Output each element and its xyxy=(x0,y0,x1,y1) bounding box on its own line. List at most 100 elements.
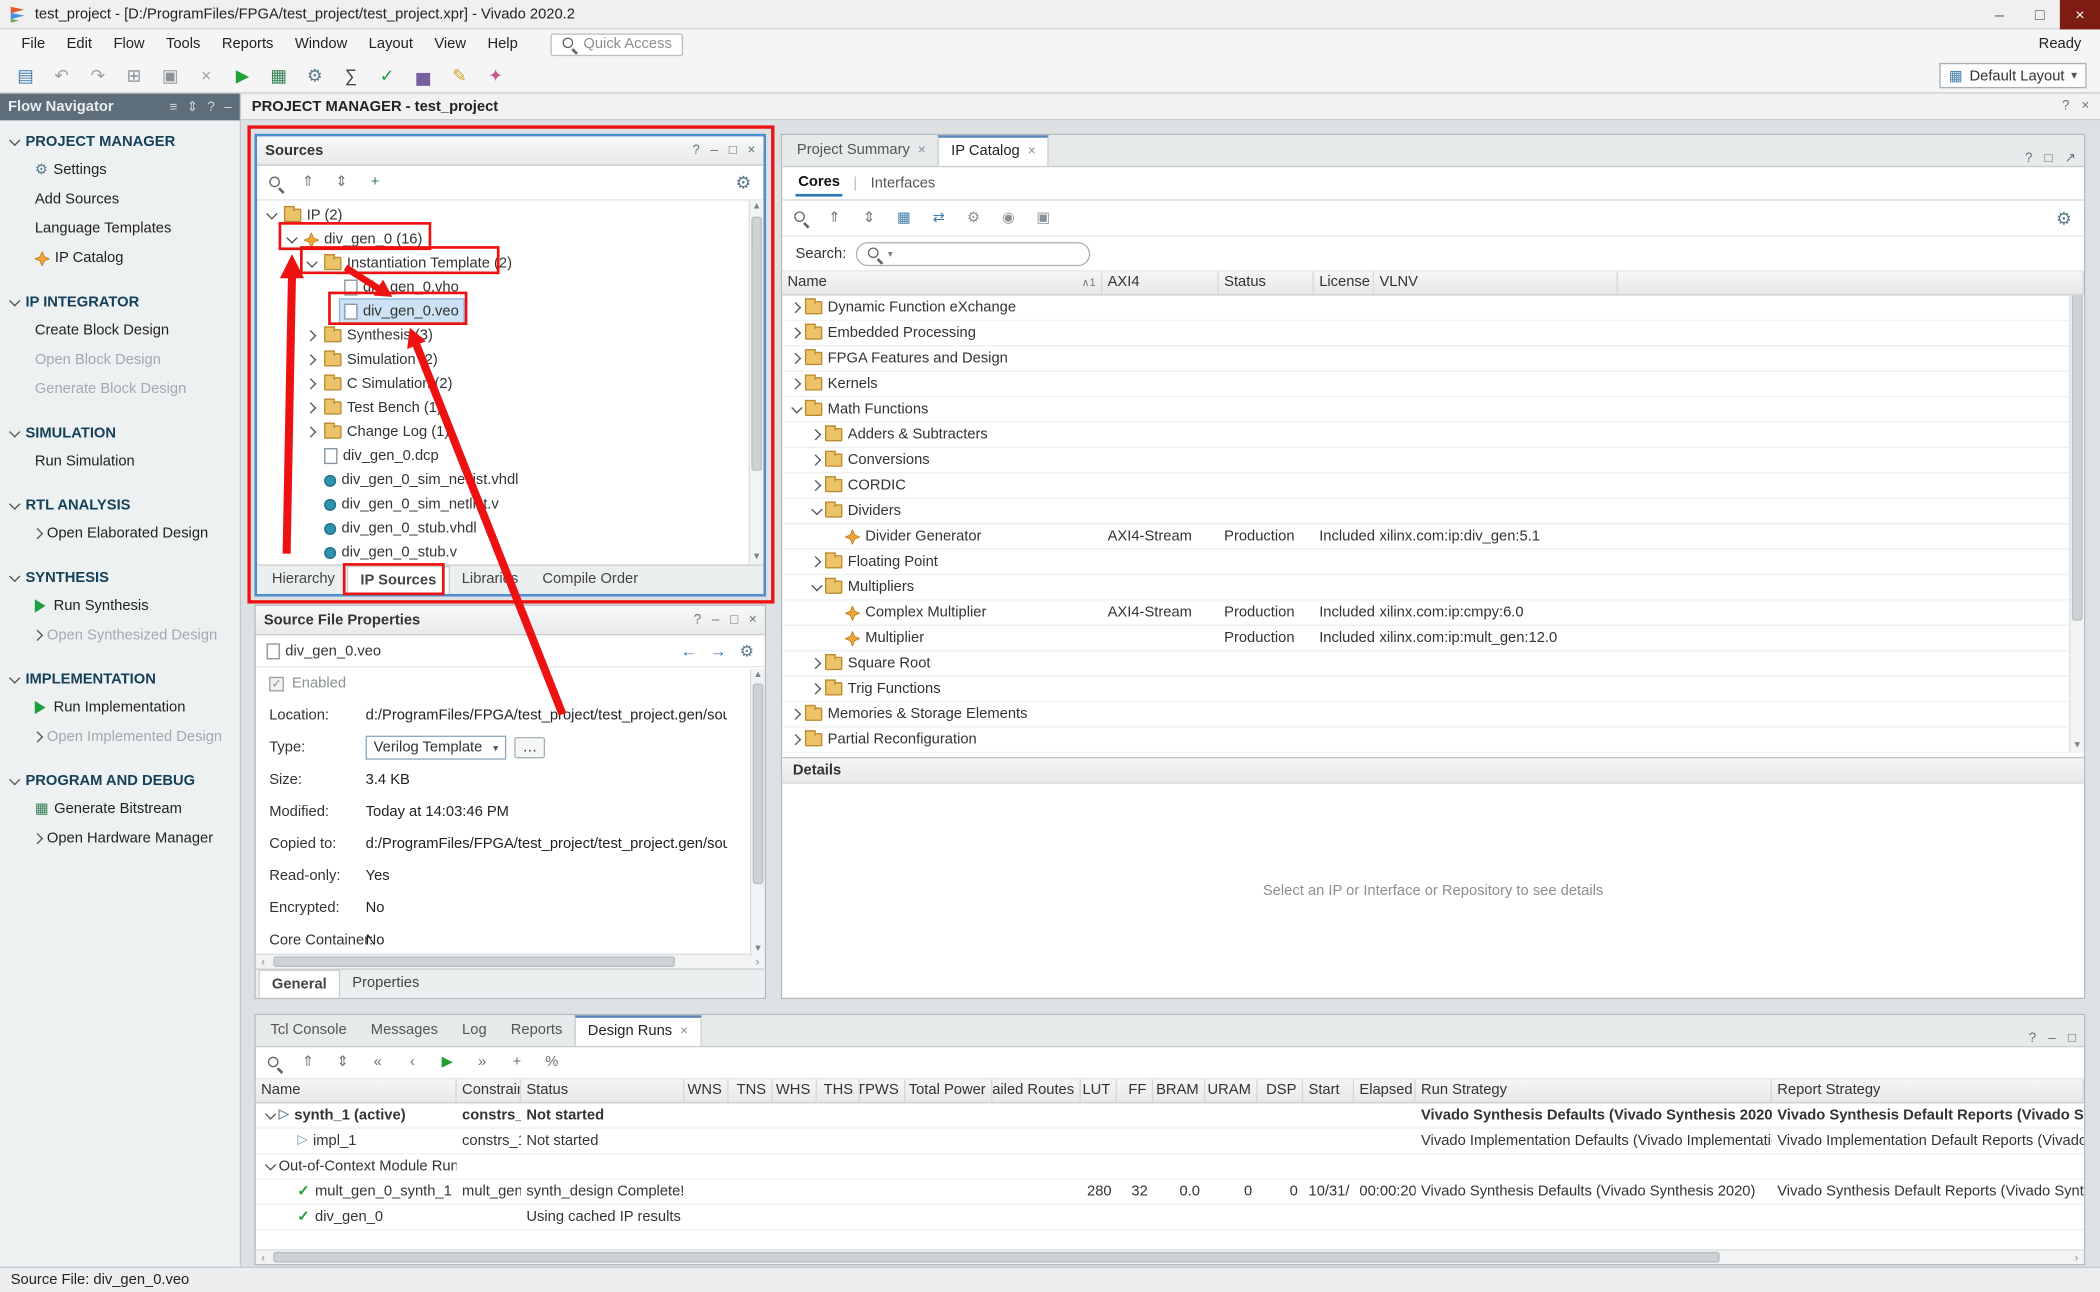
column-header-ff[interactable]: FF xyxy=(1117,1079,1153,1102)
max-icon[interactable]: □ xyxy=(730,613,738,626)
flownav-item-create-block-design[interactable]: Create Block Design xyxy=(0,316,240,345)
chevron-right-icon[interactable] xyxy=(788,375,805,392)
details-header[interactable]: Details xyxy=(782,757,2084,784)
column-header-dsp[interactable]: DSP xyxy=(1258,1079,1304,1102)
chevron-right-icon[interactable] xyxy=(29,830,46,847)
minimize-icon[interactable]: – xyxy=(2048,1031,2055,1046)
tree-row-div-gen-0-sim-netlist-v[interactable]: div_gen_0_sim_netlist.v xyxy=(257,492,763,516)
column-header-start[interactable]: Start xyxy=(1303,1079,1354,1102)
design-run-row-out-of-context-module-runs[interactable]: Out-of-Context Module Runs xyxy=(256,1154,2084,1179)
back-icon[interactable]: ← xyxy=(681,641,697,660)
tree-row-div-gen-0-dcp[interactable]: div_gen_0.dcp xyxy=(257,444,763,468)
flownav-item-settings[interactable]: ⚙Settings xyxy=(0,155,240,184)
chevron-right-icon[interactable] xyxy=(808,655,825,672)
float-icon[interactable]: ↗ xyxy=(2065,151,2076,166)
design-run-row-synth-1-active[interactable]: ▷synth_1 (active)constrs_1Not startedViv… xyxy=(256,1103,2084,1128)
tree-row-div-gen-0-vho[interactable]: div_gen_0.vho xyxy=(257,276,763,300)
forward-icon[interactable]: → xyxy=(710,641,726,660)
chevron-down-icon[interactable] xyxy=(808,502,825,519)
design-run-row-div-gen-0[interactable]: ✓div_gen_0Using cached IP results xyxy=(256,1205,2084,1230)
help-icon[interactable]: ? xyxy=(2025,151,2032,166)
catalog-row-multiplier[interactable]: MultiplierProductionIncludedxilinx.com:i… xyxy=(782,626,2084,651)
properties-settings-icon[interactable]: ⚙ xyxy=(740,641,754,660)
enabled-checkbox[interactable]: ✓ xyxy=(269,676,284,691)
column-header-run-strategy[interactable]: Run Strategy xyxy=(1416,1079,1772,1102)
sources-tab-hierarchy[interactable]: Hierarchy xyxy=(260,566,347,594)
chevron-right-icon[interactable] xyxy=(788,299,805,316)
chevron-down-icon[interactable] xyxy=(261,1158,278,1175)
close-icon[interactable]: × xyxy=(918,135,926,166)
max-icon[interactable]: □ xyxy=(729,144,737,157)
catalog-row-adders-subtracters[interactable]: Adders & Subtracters xyxy=(782,423,2084,448)
chevron-right-icon[interactable] xyxy=(808,451,825,468)
ip-settings-icon[interactable]: ⚙ xyxy=(964,211,983,226)
paste-icon[interactable]: ▣ xyxy=(161,67,180,84)
chevron-down-icon[interactable] xyxy=(5,772,22,789)
column-header-name[interactable]: Name xyxy=(256,1079,457,1102)
close-icon[interactable]: × xyxy=(748,144,756,157)
tab-reports[interactable]: Reports xyxy=(499,1015,575,1046)
tab-project-summary[interactable]: Project Summary× xyxy=(785,135,938,166)
chevron-right-icon[interactable] xyxy=(808,477,825,494)
column-header-tpws[interactable]: TPWS xyxy=(860,1079,906,1102)
help-icon[interactable]: ? xyxy=(2029,1031,2036,1046)
column-header-status[interactable]: Status xyxy=(1219,272,1314,295)
add-sources-icon[interactable]: + xyxy=(366,175,385,190)
tab-design-runs[interactable]: Design Runs× xyxy=(574,1015,701,1046)
more-button[interactable]: … xyxy=(514,737,545,758)
collapse-all-icon[interactable]: ⇑ xyxy=(299,1055,318,1070)
column-header-uram[interactable]: URAM xyxy=(1205,1079,1257,1102)
chevron-down-icon[interactable] xyxy=(263,207,280,224)
menu-layout[interactable]: Layout xyxy=(358,29,424,58)
tree-row-div-gen-0-16[interactable]: div_gen_0 (16) xyxy=(257,227,763,251)
catalog-row-divider-generator[interactable]: Divider GeneratorAXI4-StreamProductionIn… xyxy=(782,524,2084,549)
settings-icon[interactable]: ⚙ xyxy=(305,67,324,84)
catalog-row-math-functions[interactable]: Math Functions xyxy=(782,397,2084,422)
catalog-search-input[interactable]: ▾ xyxy=(856,241,1090,265)
catalog-row-fpga-features-and-design[interactable]: FPGA Features and Design xyxy=(782,346,2084,371)
catalog-row-floating-point[interactable]: Floating Point xyxy=(782,550,2084,575)
column-header-failed-routes[interactable]: Failed Routes xyxy=(992,1079,1080,1102)
properties-tab-properties[interactable]: Properties xyxy=(340,970,431,998)
program-icon[interactable]: ▦ xyxy=(269,67,288,84)
minimize-icon[interactable]: – xyxy=(224,100,231,115)
help-icon[interactable]: ? xyxy=(207,100,214,115)
maximize-icon[interactable]: □ xyxy=(2045,151,2053,166)
sources-vertical-scrollbar[interactable]: ▲ ▼ xyxy=(749,201,764,565)
menu-flow[interactable]: Flow xyxy=(103,29,156,58)
create-runs-icon[interactable]: + xyxy=(508,1055,527,1070)
sources-tab-compile-order[interactable]: Compile Order xyxy=(530,566,650,594)
design-run-row-impl-1[interactable]: ▷impl_1constrs_1Not startedVivado Implem… xyxy=(256,1129,2084,1154)
minimize-button[interactable]: – xyxy=(1979,0,2019,29)
sum-icon[interactable]: ∑ xyxy=(342,67,361,84)
chevron-down-icon[interactable] xyxy=(5,569,22,586)
help-icon[interactable]: ? xyxy=(694,613,701,626)
step-forward-icon[interactable]: » xyxy=(473,1055,492,1070)
catalog-settings-icon[interactable]: ⚙ xyxy=(2054,209,2073,226)
chevron-down-icon[interactable] xyxy=(5,294,22,311)
menu-tools[interactable]: Tools xyxy=(155,29,211,58)
search-icon[interactable] xyxy=(267,1055,283,1071)
catalog-row-cordic[interactable]: CORDIC xyxy=(782,473,2084,498)
sources-panel-header[interactable]: Sources ?–□× xyxy=(257,136,763,165)
chevron-right-icon[interactable] xyxy=(788,706,805,723)
run-icon[interactable]: ▶ xyxy=(233,67,252,84)
close-icon[interactable]: × xyxy=(1028,136,1036,167)
column-header-status[interactable]: Status xyxy=(521,1079,684,1102)
reset-runs-icon[interactable]: « xyxy=(368,1055,387,1070)
undo-icon[interactable]: ↶ xyxy=(52,67,71,84)
flownav-item-run-synthesis[interactable]: Run Synthesis xyxy=(0,591,240,620)
edit-icon[interactable]: ✎ xyxy=(450,67,469,84)
column-header-whs[interactable]: WHS xyxy=(773,1079,817,1102)
chevron-right-icon[interactable] xyxy=(808,426,825,443)
collapse-all-icon[interactable]: ⇑ xyxy=(299,175,318,190)
catalog-row-conversions[interactable]: Conversions xyxy=(782,448,2084,473)
chevron-down-icon[interactable] xyxy=(5,133,22,150)
redo-icon[interactable]: ↷ xyxy=(88,67,107,84)
flownav-section-header[interactable]: PROJECT MANAGER xyxy=(0,128,240,155)
tree-row-div-gen-0-veo[interactable]: div_gen_0.veo xyxy=(257,300,763,324)
close-icon[interactable]: × xyxy=(2081,99,2089,114)
flownav-item-open-hardware-manager[interactable]: Open Hardware Manager xyxy=(0,824,240,853)
column-header-ths[interactable]: THS xyxy=(817,1079,860,1102)
save-icon[interactable]: ▤ xyxy=(16,67,35,84)
